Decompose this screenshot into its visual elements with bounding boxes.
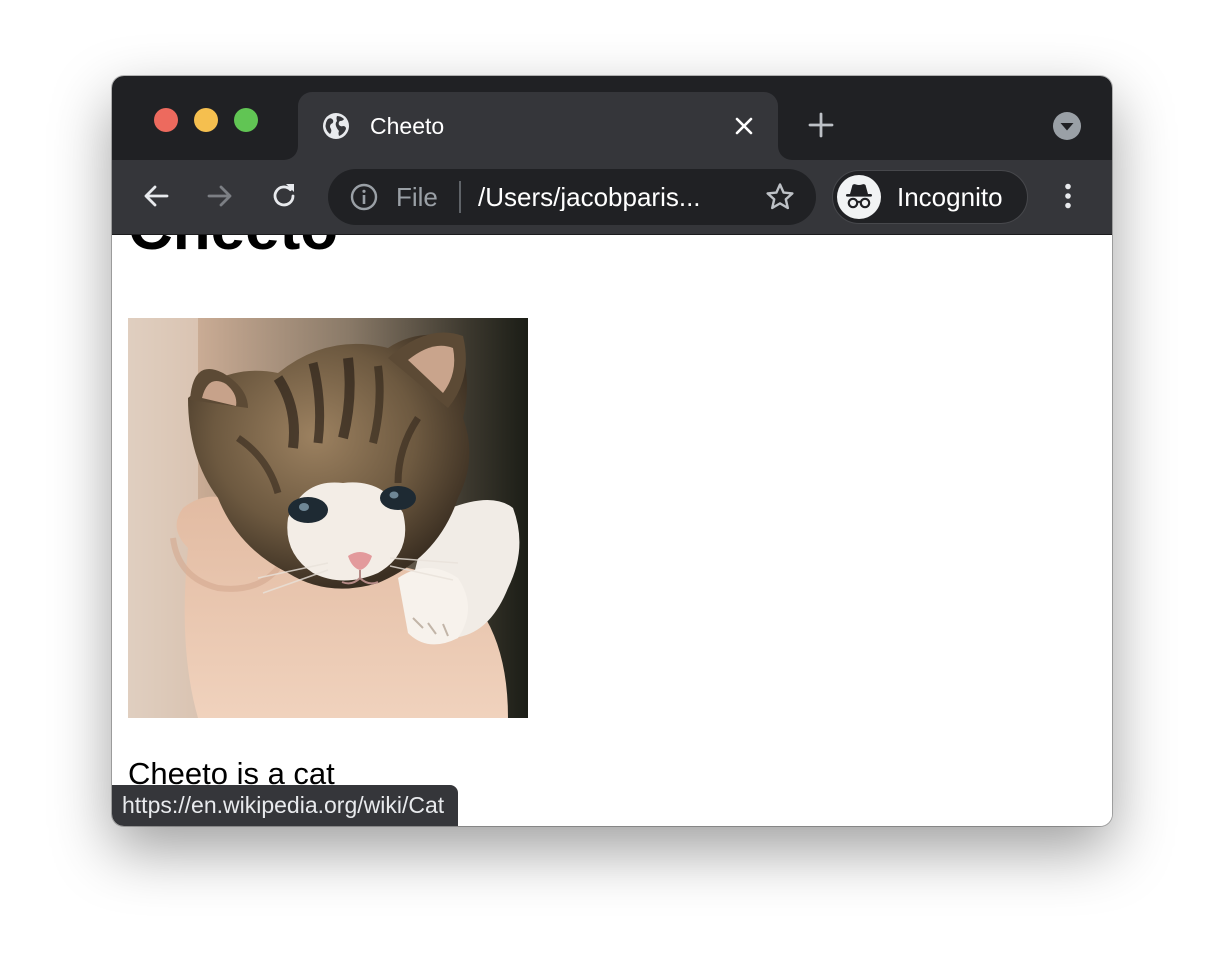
tab-cheeto[interactable]: Cheeto (284, 92, 792, 160)
arrow-right-icon[interactable] (204, 180, 236, 212)
tab-title: Cheeto (370, 113, 445, 139)
scheme-label: File (396, 182, 438, 212)
avatar (837, 175, 881, 219)
profile-label: Incognito (897, 182, 1003, 212)
tab-flare-left (284, 146, 298, 160)
info-icon[interactable] (350, 183, 378, 211)
zoom-window-button[interactable] (234, 108, 258, 132)
minimize-window-button[interactable] (194, 108, 218, 132)
incognito-icon (846, 184, 872, 209)
kebab-menu-icon[interactable] (1052, 180, 1084, 212)
url-text[interactable]: /Users/jacobparis... (478, 183, 740, 211)
plus-icon[interactable] (806, 110, 836, 140)
arrow-left-icon[interactable] (140, 180, 172, 212)
close-window-button[interactable] (154, 108, 178, 132)
tab-strip: Cheeto (112, 76, 1112, 160)
incognito-profile-button[interactable]: Incognito (832, 170, 1028, 224)
omnibox-separator (459, 181, 461, 213)
close-icon[interactable] (730, 112, 758, 140)
tab-flare-right (778, 146, 792, 160)
star-icon[interactable] (764, 181, 796, 213)
browser-toolbar: File /Users/jacobparis... Incognito (112, 160, 1112, 235)
kitten-image (128, 318, 528, 718)
page-title: Cheeto (128, 235, 338, 265)
globe-icon (323, 113, 349, 139)
status-bubble: https://en.wikipedia.org/wiki/Cat (112, 785, 459, 826)
address-bar[interactable]: File /Users/jacobparis... (328, 169, 816, 225)
page-content: Cheeto is a cat (112, 235, 1112, 826)
chevron-down-icon[interactable] (1052, 111, 1082, 141)
browser-window: Cheeto File /Users/jacobparis... Incogni… (112, 76, 1112, 826)
reload-icon[interactable] (268, 180, 300, 212)
